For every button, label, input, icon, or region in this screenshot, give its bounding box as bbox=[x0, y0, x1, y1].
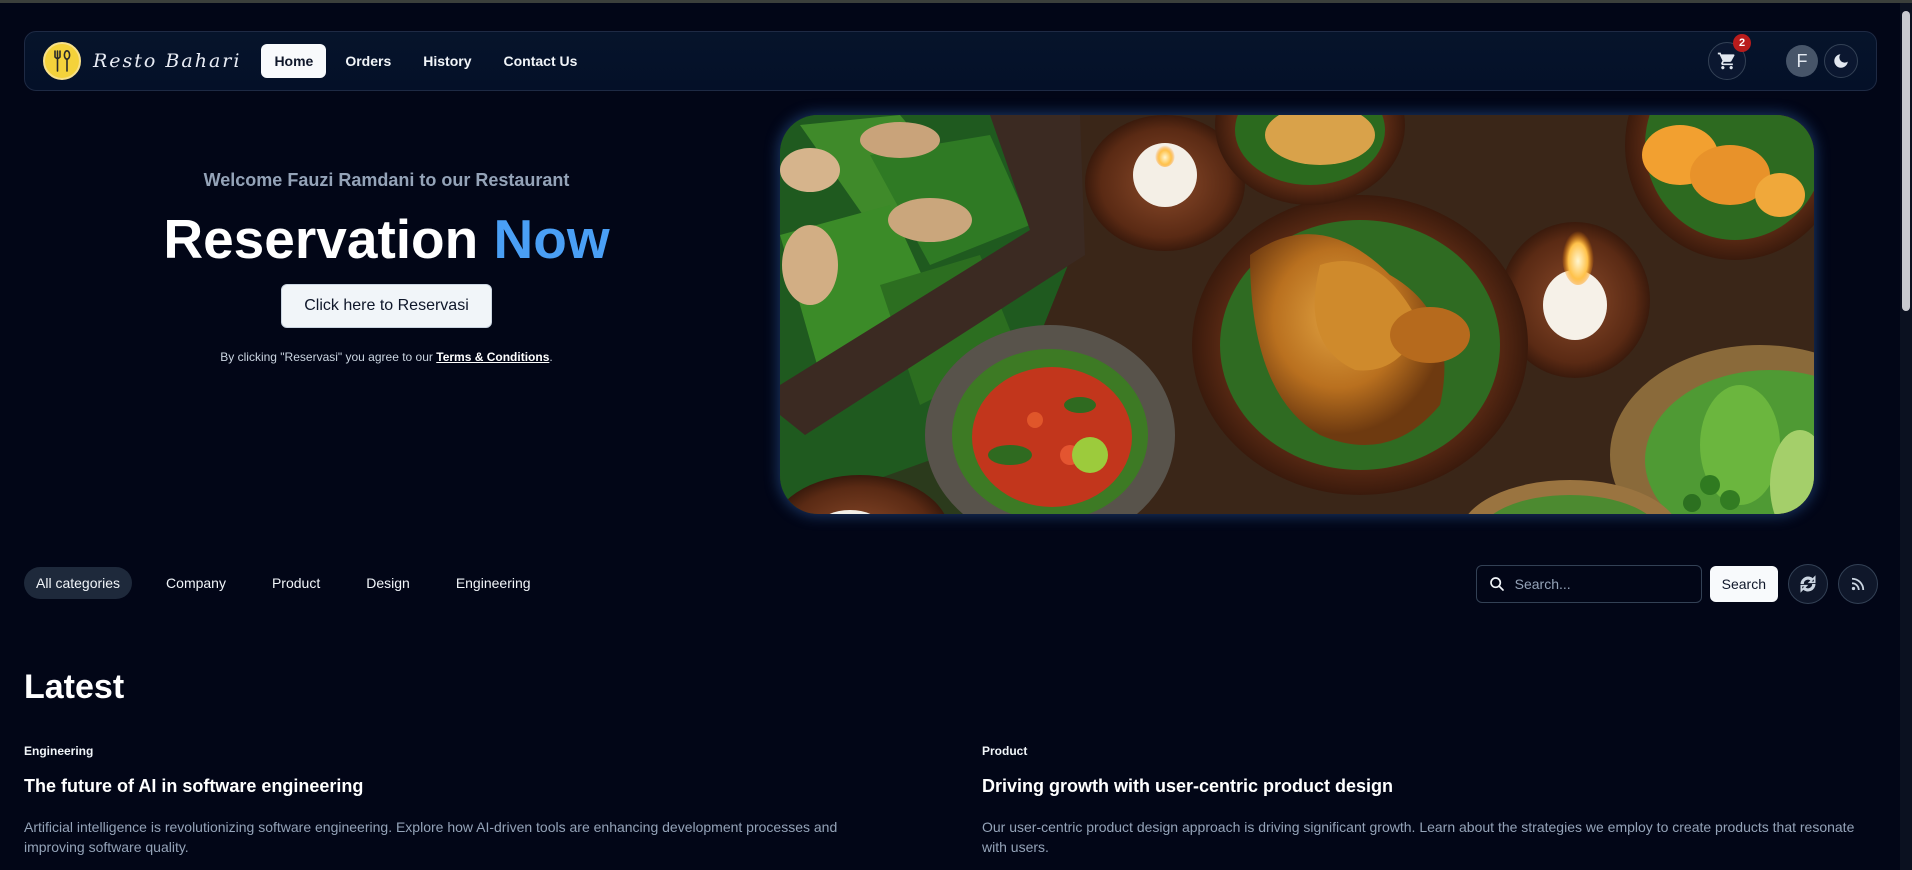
search-area: Search bbox=[1475, 564, 1878, 604]
refresh-icon bbox=[1800, 575, 1816, 593]
terms-note: By clicking "Reservasi" you agree to our… bbox=[24, 350, 749, 364]
hero-food-image bbox=[780, 115, 1814, 514]
logo-cutlery-icon[interactable] bbox=[43, 42, 81, 80]
category-company[interactable]: Company bbox=[154, 567, 238, 599]
article-title[interactable]: The future of AI in software engineering bbox=[24, 776, 884, 797]
article-tag[interactable]: Product bbox=[982, 744, 1882, 758]
scrollbar[interactable] bbox=[1900, 3, 1912, 870]
nav-link-home[interactable]: Home bbox=[261, 44, 327, 78]
theme-toggle-button[interactable] bbox=[1824, 44, 1858, 78]
article-card: Engineering The future of AI in software… bbox=[24, 744, 884, 858]
article-tag[interactable]: Engineering bbox=[24, 744, 884, 758]
moon-icon bbox=[1834, 54, 1848, 68]
refresh-button[interactable] bbox=[1788, 564, 1828, 604]
latest-heading: Latest bbox=[24, 668, 125, 706]
window-top-border bbox=[0, 0, 1912, 3]
terms-link[interactable]: Terms & Conditions bbox=[436, 350, 549, 364]
hero-title: Reservation Now bbox=[24, 209, 749, 270]
terms-prefix: By clicking "Reservasi" you agree to our bbox=[220, 349, 433, 364]
nav-actions: 2 F bbox=[1708, 34, 1858, 80]
terms-suffix: . bbox=[549, 349, 553, 364]
nav-link-history[interactable]: History bbox=[410, 44, 484, 78]
category-all[interactable]: All categories bbox=[24, 567, 133, 599]
cart-button[interactable]: 2 bbox=[1708, 34, 1751, 80]
category-design[interactable]: Design bbox=[354, 567, 422, 599]
brand-name[interactable]: Resto Bahari bbox=[93, 50, 241, 72]
search-input[interactable] bbox=[1514, 576, 1685, 592]
scrollbar-thumb[interactable] bbox=[1902, 11, 1910, 311]
rss-icon bbox=[1851, 577, 1865, 591]
avatar[interactable]: F bbox=[1786, 45, 1818, 77]
reservation-button[interactable]: Click here to Reservasi bbox=[281, 283, 492, 328]
article-description: Our user-centric product design approach… bbox=[982, 819, 1855, 856]
category-product[interactable]: Product bbox=[260, 567, 332, 599]
nav-links: Home Orders History Contact Us bbox=[261, 44, 590, 78]
nav-link-contact-us[interactable]: Contact Us bbox=[491, 44, 591, 78]
hero-section: Welcome Fauzi Ramdani to our Restaurant … bbox=[24, 150, 749, 364]
article-title[interactable]: Driving growth with user-centric product… bbox=[982, 776, 1882, 797]
search-icon bbox=[1489, 577, 1504, 591]
cart-count-badge: 2 bbox=[1733, 34, 1751, 52]
category-engineering[interactable]: Engineering bbox=[444, 567, 543, 599]
navbar: Resto Bahari Home Orders History Contact… bbox=[24, 31, 1877, 91]
article-card: Product Driving growth with user-centric… bbox=[982, 744, 1882, 858]
search-field[interactable] bbox=[1475, 565, 1702, 603]
cart-icon bbox=[1717, 52, 1735, 70]
rss-button[interactable] bbox=[1838, 564, 1878, 604]
hero-title-main: Reservation bbox=[163, 208, 479, 270]
search-button[interactable]: Search bbox=[1709, 566, 1778, 602]
hero-title-accent: Now bbox=[493, 208, 610, 270]
welcome-text: Welcome Fauzi Ramdani to our Restaurant bbox=[203, 170, 570, 190]
nav-link-orders[interactable]: Orders bbox=[332, 44, 404, 78]
article-description: Artificial intelligence is revolutionizi… bbox=[24, 819, 838, 856]
category-filters: All categories Company Product Design En… bbox=[24, 567, 553, 599]
